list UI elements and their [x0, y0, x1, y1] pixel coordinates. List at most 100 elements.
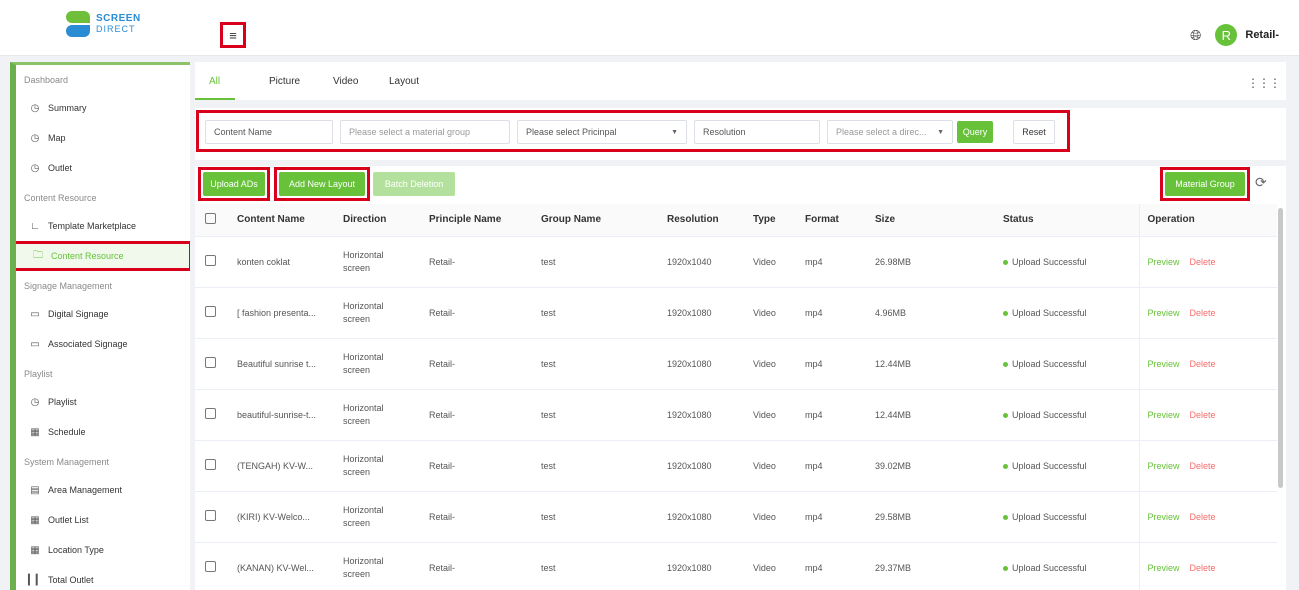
table-row: konten coklat Horizontal screen Retail- t… — [195, 236, 1277, 288]
cell-status: Upload Successful — [1003, 287, 1139, 339]
tab-layout[interactable]: Layout — [389, 76, 419, 87]
header-direction: Direction — [343, 204, 429, 237]
list-icon: ▤ — [30, 484, 40, 496]
cell-group-name: test — [541, 389, 667, 441]
preview-link[interactable]: Preview — [1148, 410, 1180, 420]
row-checkbox[interactable] — [205, 357, 216, 368]
row-checkbox[interactable] — [205, 408, 216, 419]
preview-link[interactable]: Preview — [1148, 461, 1180, 471]
header-size: Size — [875, 204, 1003, 237]
sidebar-section-content-resource: Content Resource — [24, 193, 97, 203]
refresh-icon[interactable]: ⟳ — [1255, 174, 1267, 191]
cell-resolution: 1920x1040 — [667, 236, 753, 288]
cell-principle-name: Retail- — [429, 338, 541, 390]
delete-link[interactable]: Delete — [1190, 563, 1216, 573]
cell-operation: Preview Delete — [1138, 389, 1277, 441]
delete-link[interactable]: Delete — [1190, 308, 1216, 318]
sidebar-item-summary[interactable]: ◷ Summary — [16, 93, 190, 123]
cell-direction: Horizontal screen — [343, 440, 429, 492]
status-dot — [1003, 259, 1008, 265]
cell-direction: Horizontal screen — [343, 287, 429, 339]
preview-link[interactable]: Preview — [1148, 563, 1180, 573]
row-checkbox[interactable] — [205, 459, 216, 470]
clock-icon: ◷ — [30, 162, 40, 174]
row-checkbox[interactable] — [205, 306, 216, 317]
row-checkbox[interactable] — [205, 255, 216, 266]
row-checkbox[interactable] — [205, 561, 216, 572]
status-dot — [1003, 514, 1008, 520]
folder-icon: 🗀︎ — [33, 249, 43, 261]
cell-direction: Horizontal screen — [343, 389, 429, 441]
cell-content-name: (TENGAH) KV-W... — [237, 440, 343, 492]
cell-group-name: test — [541, 440, 667, 492]
table-scrollbar[interactable] — [1278, 208, 1283, 488]
sidebar-item-map[interactable]: ◷ Map — [16, 123, 190, 153]
monitor-icon: ▭ — [30, 338, 40, 350]
cell-resolution: 1920x1080 — [667, 389, 753, 441]
sidebar-item-location-type[interactable]: ▦ Location Type — [16, 535, 190, 565]
select-all-checkbox[interactable] — [205, 212, 216, 224]
delete-link[interactable]: Delete — [1190, 410, 1216, 420]
clock-icon: ◷ — [30, 102, 40, 114]
cell-group-name: test — [541, 542, 667, 590]
sidebar-item-outlet[interactable]: ◷ Outlet — [16, 153, 190, 183]
table-row: (KIRI) KV-Welco... Horizontal screen Reta… — [195, 491, 1277, 543]
header-operation: Operation — [1138, 204, 1277, 237]
menu-fold-icon[interactable]: ≡ — [220, 22, 246, 48]
tab-active-indicator — [195, 98, 235, 100]
material-group-select[interactable]: Please select a material group — [340, 120, 510, 144]
sidebar-item-content-resource[interactable]: 🗀︎ Content Resource — [16, 241, 190, 271]
cell-status: Upload Successful — [1003, 542, 1139, 590]
grid-view-icon[interactable]: ⋮⋮⋮ — [1247, 76, 1281, 90]
tab-picture[interactable]: Picture — [269, 76, 300, 87]
globe-icon[interactable]: 🌐︎ — [1190, 27, 1201, 44]
delete-link[interactable]: Delete — [1190, 512, 1216, 522]
cell-content-name: Beautiful sunrise t... — [237, 338, 343, 390]
table-row: Beautiful sunrise t... Horizontal screen … — [195, 338, 1277, 390]
query-button[interactable]: Query — [957, 121, 993, 143]
preview-link[interactable]: Preview — [1148, 257, 1180, 267]
cell-operation: Preview Delete — [1138, 440, 1277, 492]
delete-link[interactable]: Delete — [1190, 257, 1216, 267]
delete-link[interactable]: Delete — [1190, 359, 1216, 369]
sidebar-item-playlist[interactable]: ◷ Playlist — [16, 387, 190, 417]
resolution-input[interactable]: Resolution — [694, 120, 820, 144]
preview-link[interactable]: Preview — [1148, 359, 1180, 369]
cell-operation: Preview Delete — [1138, 491, 1277, 543]
tab-all[interactable]: All — [209, 76, 220, 87]
sidebar-section-signage-management: Signage Management — [24, 281, 113, 291]
sidebar-item-outlet-list[interactable]: ▦ Outlet List — [16, 505, 190, 535]
sidebar-item-area-management[interactable]: ▤ Area Management — [16, 475, 190, 505]
cell-status: Upload Successful — [1003, 440, 1139, 492]
sidebar-item-total-outlet[interactable]: ▎▎ Total Outlet — [16, 565, 190, 590]
table-row: beautiful-sunrise-t... Horizontal screen … — [195, 389, 1277, 441]
preview-link[interactable]: Preview — [1148, 512, 1180, 522]
tab-video[interactable]: Video — [333, 76, 358, 87]
sidebar-item-schedule[interactable]: ▦ Schedule — [16, 417, 190, 447]
content-name-input[interactable]: Content Name — [205, 120, 333, 144]
reset-button[interactable]: Reset — [1013, 120, 1055, 144]
cell-size: 29.58MB — [875, 491, 1003, 543]
sidebar-item-template-marketplace[interactable]: ∟ Template Marketplace — [16, 211, 190, 241]
batch-deletion-button[interactable]: Batch Deletion — [373, 172, 455, 196]
status-dot — [1003, 565, 1008, 571]
preview-link[interactable]: Preview — [1148, 308, 1180, 318]
direction-select[interactable]: Please select a direc... ▼ — [827, 120, 953, 144]
status-dot — [1003, 361, 1008, 367]
avatar[interactable]: R — [1215, 24, 1238, 46]
sidebar-section-playlist: Playlist — [24, 369, 53, 379]
user-name[interactable]: Retail- — [1245, 29, 1279, 41]
cell-type: Video — [753, 491, 805, 543]
chevron-down-icon: ▼ — [937, 128, 944, 136]
principal-select[interactable]: Please select Pricinpal ▼ — [517, 120, 687, 144]
cell-size: 4.96MB — [875, 287, 1003, 339]
row-checkbox[interactable] — [205, 510, 216, 521]
cell-principle-name: Retail- — [429, 440, 541, 492]
delete-link[interactable]: Delete — [1190, 461, 1216, 471]
cell-content-name: beautiful-sunrise-t... — [237, 389, 343, 441]
sidebar-item-associated-signage[interactable]: ▭ Associated Signage — [16, 329, 190, 359]
filter-bar: Content Name Please select a material gr… — [195, 108, 1286, 160]
logo-text-direct: DIRECT — [96, 24, 136, 34]
table-row: (KANAN) KV-Wel... Horizontal screen Retai… — [195, 542, 1277, 590]
sidebar-item-digital-signage[interactable]: ▭ Digital Signage — [16, 299, 190, 329]
